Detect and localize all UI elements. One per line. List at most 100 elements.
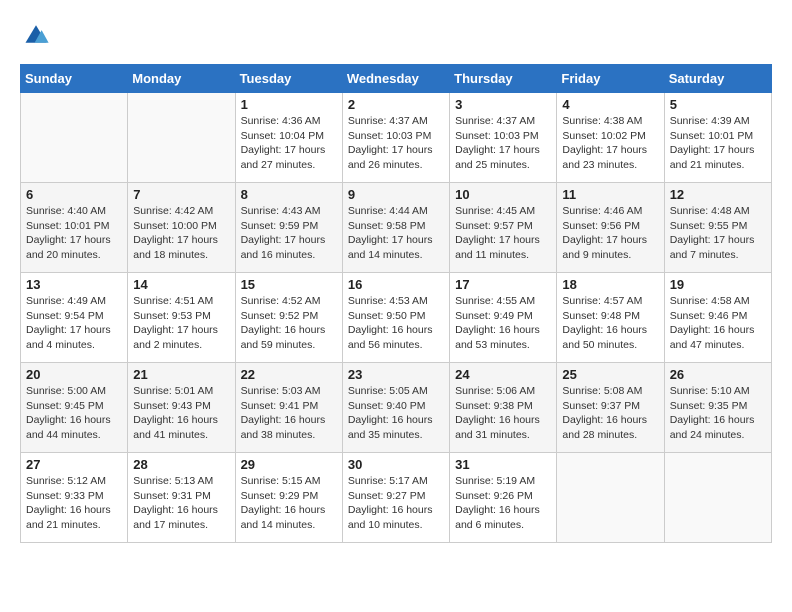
- calendar-cell: 29 Sunrise: 5:15 AM Sunset: 9:29 PM Dayli…: [235, 453, 342, 543]
- calendar-cell: 23 Sunrise: 5:05 AM Sunset: 9:40 PM Dayli…: [342, 363, 449, 453]
- day-info: Sunrise: 5:13 AM Sunset: 9:31 PM Dayligh…: [133, 474, 229, 533]
- calendar-cell: 3 Sunrise: 4:37 AM Sunset: 10:03 PM Dayli…: [450, 93, 557, 183]
- day-info: Sunrise: 4:42 AM Sunset: 10:00 PM Daylig…: [133, 204, 229, 263]
- day-info: Sunrise: 4:52 AM Sunset: 9:52 PM Dayligh…: [241, 294, 337, 353]
- col-header-friday: Friday: [557, 65, 664, 93]
- calendar-cell: 12 Sunrise: 4:48 AM Sunset: 9:55 PM Dayli…: [664, 183, 771, 273]
- day-info: Sunrise: 5:19 AM Sunset: 9:26 PM Dayligh…: [455, 474, 551, 533]
- calendar-cell: 18 Sunrise: 4:57 AM Sunset: 9:48 PM Dayli…: [557, 273, 664, 363]
- day-info: Sunrise: 4:49 AM Sunset: 9:54 PM Dayligh…: [26, 294, 122, 353]
- calendar-week-2: 6 Sunrise: 4:40 AM Sunset: 10:01 PM Dayli…: [21, 183, 772, 273]
- day-info: Sunrise: 5:10 AM Sunset: 9:35 PM Dayligh…: [670, 384, 766, 443]
- day-info: Sunrise: 4:57 AM Sunset: 9:48 PM Dayligh…: [562, 294, 658, 353]
- day-number: 5: [670, 97, 766, 112]
- calendar-cell: 24 Sunrise: 5:06 AM Sunset: 9:38 PM Dayli…: [450, 363, 557, 453]
- day-number: 11: [562, 187, 658, 202]
- calendar-cell: 22 Sunrise: 5:03 AM Sunset: 9:41 PM Dayli…: [235, 363, 342, 453]
- calendar-cell: 5Sunrise: 4:39 AM Sunset: 10:01 PM Dayli…: [664, 93, 771, 183]
- calendar-cell: 10Sunrise: 4:45 AM Sunset: 9:57 PM Dayli…: [450, 183, 557, 273]
- col-header-wednesday: Wednesday: [342, 65, 449, 93]
- day-number: 6: [26, 187, 122, 202]
- day-number: 14: [133, 277, 229, 292]
- day-info: Sunrise: 5:01 AM Sunset: 9:43 PM Dayligh…: [133, 384, 229, 443]
- day-number: 20: [26, 367, 122, 382]
- col-header-tuesday: Tuesday: [235, 65, 342, 93]
- day-number: 19: [670, 277, 766, 292]
- day-info: Sunrise: 4:58 AM Sunset: 9:46 PM Dayligh…: [670, 294, 766, 353]
- calendar-cell: 13 Sunrise: 4:49 AM Sunset: 9:54 PM Dayli…: [21, 273, 128, 363]
- calendar-week-5: 27Sunrise: 5:12 AM Sunset: 9:33 PM Dayli…: [21, 453, 772, 543]
- calendar-week-1: 1Sunrise: 4:36 AM Sunset: 10:04 PM Dayli…: [21, 93, 772, 183]
- calendar-week-3: 13 Sunrise: 4:49 AM Sunset: 9:54 PM Dayli…: [21, 273, 772, 363]
- calendar-cell: 7 Sunrise: 4:42 AM Sunset: 10:00 PM Dayli…: [128, 183, 235, 273]
- calendar-cell: [128, 93, 235, 183]
- day-number: 13: [26, 277, 122, 292]
- day-number: 3: [455, 97, 551, 112]
- day-info: Sunrise: 5:17 AM Sunset: 9:27 PM Dayligh…: [348, 474, 444, 533]
- header-row: SundayMondayTuesdayWednesdayThursdayFrid…: [21, 65, 772, 93]
- day-info: Sunrise: 4:40 AM Sunset: 10:01 PM Daylig…: [26, 204, 122, 263]
- calendar-cell: 16 Sunrise: 4:53 AM Sunset: 9:50 PM Dayli…: [342, 273, 449, 363]
- day-info: Sunrise: 4:46 AM Sunset: 9:56 PM Dayligh…: [562, 204, 658, 263]
- day-number: 25: [562, 367, 658, 382]
- page-header: [20, 20, 772, 48]
- day-number: 16: [348, 277, 444, 292]
- day-number: 29: [241, 457, 337, 472]
- calendar-cell: 31 Sunrise: 5:19 AM Sunset: 9:26 PM Dayli…: [450, 453, 557, 543]
- day-number: 28: [133, 457, 229, 472]
- calendar-cell: 9 Sunrise: 4:44 AM Sunset: 9:58 PM Daylig…: [342, 183, 449, 273]
- day-info: Sunrise: 5:05 AM Sunset: 9:40 PM Dayligh…: [348, 384, 444, 443]
- day-info: Sunrise: 5:03 AM Sunset: 9:41 PM Dayligh…: [241, 384, 337, 443]
- col-header-thursday: Thursday: [450, 65, 557, 93]
- day-number: 10: [455, 187, 551, 202]
- day-number: 12: [670, 187, 766, 202]
- day-info: Sunrise: 5:08 AM Sunset: 9:37 PM Dayligh…: [562, 384, 658, 443]
- calendar-cell: 27Sunrise: 5:12 AM Sunset: 9:33 PM Dayli…: [21, 453, 128, 543]
- day-number: 30: [348, 457, 444, 472]
- day-number: 23: [348, 367, 444, 382]
- day-info: Sunrise: 5:12 AM Sunset: 9:33 PM Dayligh…: [26, 474, 122, 533]
- day-number: 15: [241, 277, 337, 292]
- calendar-cell: 11 Sunrise: 4:46 AM Sunset: 9:56 PM Dayli…: [557, 183, 664, 273]
- calendar-cell: 28 Sunrise: 5:13 AM Sunset: 9:31 PM Dayli…: [128, 453, 235, 543]
- calendar-cell: 4Sunrise: 4:38 AM Sunset: 10:02 PM Dayli…: [557, 93, 664, 183]
- col-header-sunday: Sunday: [21, 65, 128, 93]
- day-number: 7: [133, 187, 229, 202]
- day-number: 31: [455, 457, 551, 472]
- calendar-cell: 19 Sunrise: 4:58 AM Sunset: 9:46 PM Dayli…: [664, 273, 771, 363]
- calendar-cell: 15 Sunrise: 4:52 AM Sunset: 9:52 PM Dayli…: [235, 273, 342, 363]
- calendar-cell: 8Sunrise: 4:43 AM Sunset: 9:59 PM Daylig…: [235, 183, 342, 273]
- calendar-cell: 25 Sunrise: 5:08 AM Sunset: 9:37 PM Dayli…: [557, 363, 664, 453]
- calendar-cell: 30 Sunrise: 5:17 AM Sunset: 9:27 PM Dayli…: [342, 453, 449, 543]
- day-number: 24: [455, 367, 551, 382]
- day-number: 21: [133, 367, 229, 382]
- day-number: 2: [348, 97, 444, 112]
- day-number: 9: [348, 187, 444, 202]
- day-number: 26: [670, 367, 766, 382]
- day-info: Sunrise: 5:00 AM Sunset: 9:45 PM Dayligh…: [26, 384, 122, 443]
- calendar-cell: 14Sunrise: 4:51 AM Sunset: 9:53 PM Dayli…: [128, 273, 235, 363]
- logo-icon: [22, 20, 50, 48]
- day-info: Sunrise: 4:55 AM Sunset: 9:49 PM Dayligh…: [455, 294, 551, 353]
- day-info: Sunrise: 4:36 AM Sunset: 10:04 PM Daylig…: [241, 114, 337, 173]
- calendar-cell: 21 Sunrise: 5:01 AM Sunset: 9:43 PM Dayli…: [128, 363, 235, 453]
- day-info: Sunrise: 4:44 AM Sunset: 9:58 PM Dayligh…: [348, 204, 444, 263]
- calendar-week-4: 20 Sunrise: 5:00 AM Sunset: 9:45 PM Dayli…: [21, 363, 772, 453]
- calendar-cell: 20 Sunrise: 5:00 AM Sunset: 9:45 PM Dayli…: [21, 363, 128, 453]
- day-info: Sunrise: 5:06 AM Sunset: 9:38 PM Dayligh…: [455, 384, 551, 443]
- day-info: Sunrise: 4:37 AM Sunset: 10:03 PM Daylig…: [455, 114, 551, 173]
- day-info: Sunrise: 4:48 AM Sunset: 9:55 PM Dayligh…: [670, 204, 766, 263]
- col-header-saturday: Saturday: [664, 65, 771, 93]
- calendar-cell: [664, 453, 771, 543]
- day-info: Sunrise: 5:15 AM Sunset: 9:29 PM Dayligh…: [241, 474, 337, 533]
- calendar-cell: 17 Sunrise: 4:55 AM Sunset: 9:49 PM Dayli…: [450, 273, 557, 363]
- col-header-monday: Monday: [128, 65, 235, 93]
- day-info: Sunrise: 4:38 AM Sunset: 10:02 PM Daylig…: [562, 114, 658, 173]
- calendar-cell: [21, 93, 128, 183]
- day-number: 8: [241, 187, 337, 202]
- day-number: 22: [241, 367, 337, 382]
- day-info: Sunrise: 4:53 AM Sunset: 9:50 PM Dayligh…: [348, 294, 444, 353]
- day-info: Sunrise: 4:37 AM Sunset: 10:03 PM Daylig…: [348, 114, 444, 173]
- day-number: 18: [562, 277, 658, 292]
- day-number: 17: [455, 277, 551, 292]
